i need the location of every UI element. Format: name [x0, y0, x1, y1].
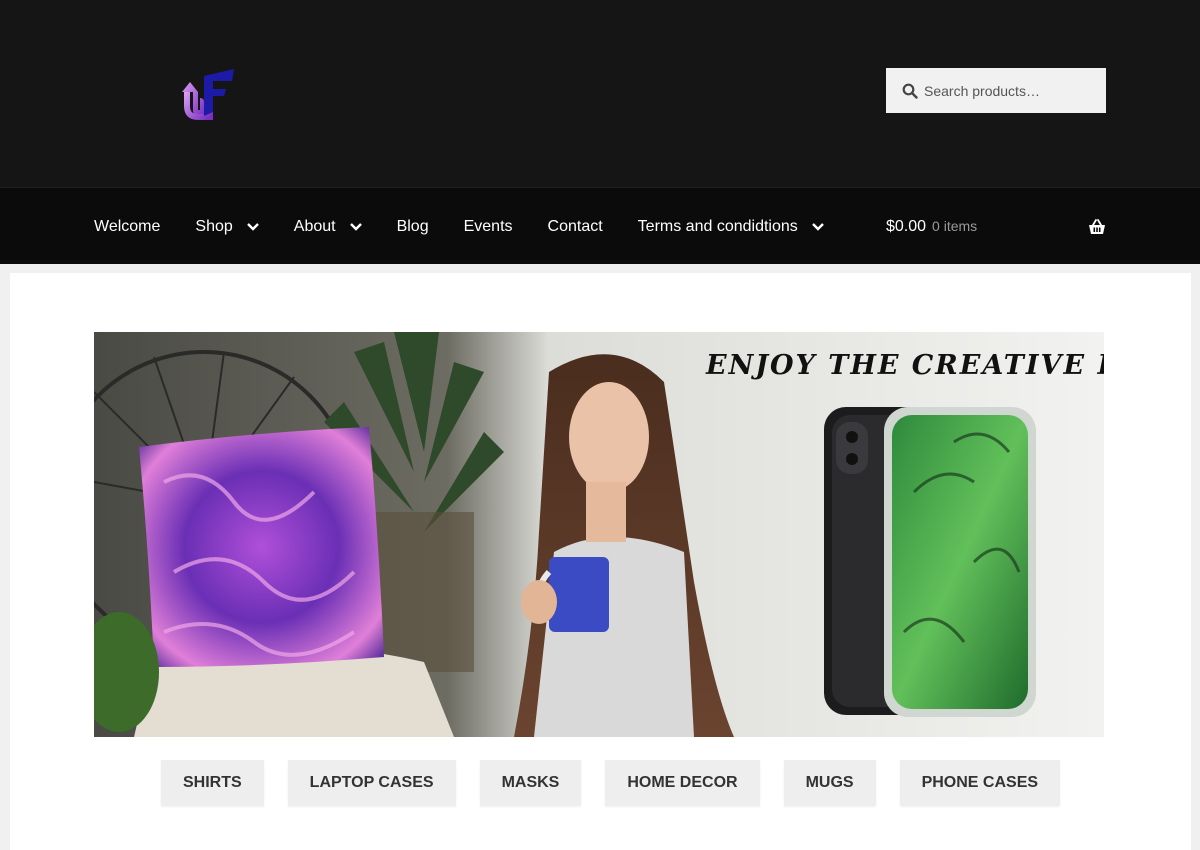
category-button-phone-cases[interactable]: PHONE CASES — [899, 760, 1061, 806]
category-button-mugs[interactable]: MUGS — [783, 760, 876, 806]
category-buttons: SHIRTS LAPTOP CASES MASKS HOME DECOR MUG… — [161, 760, 1084, 806]
search-box — [886, 68, 1106, 113]
nav-label: Contact — [547, 217, 603, 235]
category-button-home-decor[interactable]: HOME DECOR — [605, 760, 760, 806]
nav-item-events[interactable]: Events — [464, 218, 513, 236]
nav-label: Terms and condidtions — [637, 217, 798, 235]
main-navigation: Welcome Shop About Blog Events Contact T… — [0, 187, 1200, 264]
cart-amount: $0.00 — [886, 217, 927, 235]
search-icon[interactable] — [902, 83, 918, 99]
nav-label: Welcome — [94, 217, 161, 235]
nav-item-blog[interactable]: Blog — [397, 218, 429, 236]
nav-menu: Welcome Shop About Blog Events Contact T… — [94, 188, 859, 265]
hero-banner[interactable]: ENJOY THE CREATIVE LIFE — [94, 332, 1104, 737]
category-button-laptop-cases[interactable]: LAPTOP CASES — [287, 760, 456, 806]
nav-label: About — [293, 217, 336, 235]
nav-label: Events — [463, 217, 513, 235]
nav-item-about[interactable]: About — [294, 218, 362, 236]
banner-tagline: ENJOY THE CREATIVE LIFE — [706, 350, 1104, 381]
site-header — [0, 0, 1200, 187]
chevron-down-icon[interactable] — [246, 222, 259, 231]
chevron-down-icon[interactable] — [349, 222, 362, 231]
chevron-down-icon[interactable] — [811, 222, 824, 231]
cart-summary: $0.00 0 items — [886, 218, 977, 236]
category-button-shirts[interactable]: SHIRTS — [161, 760, 264, 806]
nav-item-terms[interactable]: Terms and condidtions — [638, 218, 824, 236]
basket-icon[interactable] — [1088, 218, 1106, 235]
nav-label: Shop — [195, 217, 233, 235]
nav-item-welcome[interactable]: Welcome — [94, 218, 160, 236]
hero-banner-image — [94, 332, 1104, 737]
nav-item-shop[interactable]: Shop — [195, 217, 259, 236]
category-button-masks[interactable]: MASKS — [479, 760, 582, 806]
cart-item-count: 0 items — [932, 217, 978, 234]
site-logo[interactable] — [180, 66, 236, 120]
nav-item-contact[interactable]: Contact — [548, 218, 603, 236]
search-input[interactable] — [924, 82, 1094, 99]
cart-link[interactable]: $0.00 0 items — [886, 188, 1106, 265]
nav-label: Blog — [396, 217, 429, 235]
